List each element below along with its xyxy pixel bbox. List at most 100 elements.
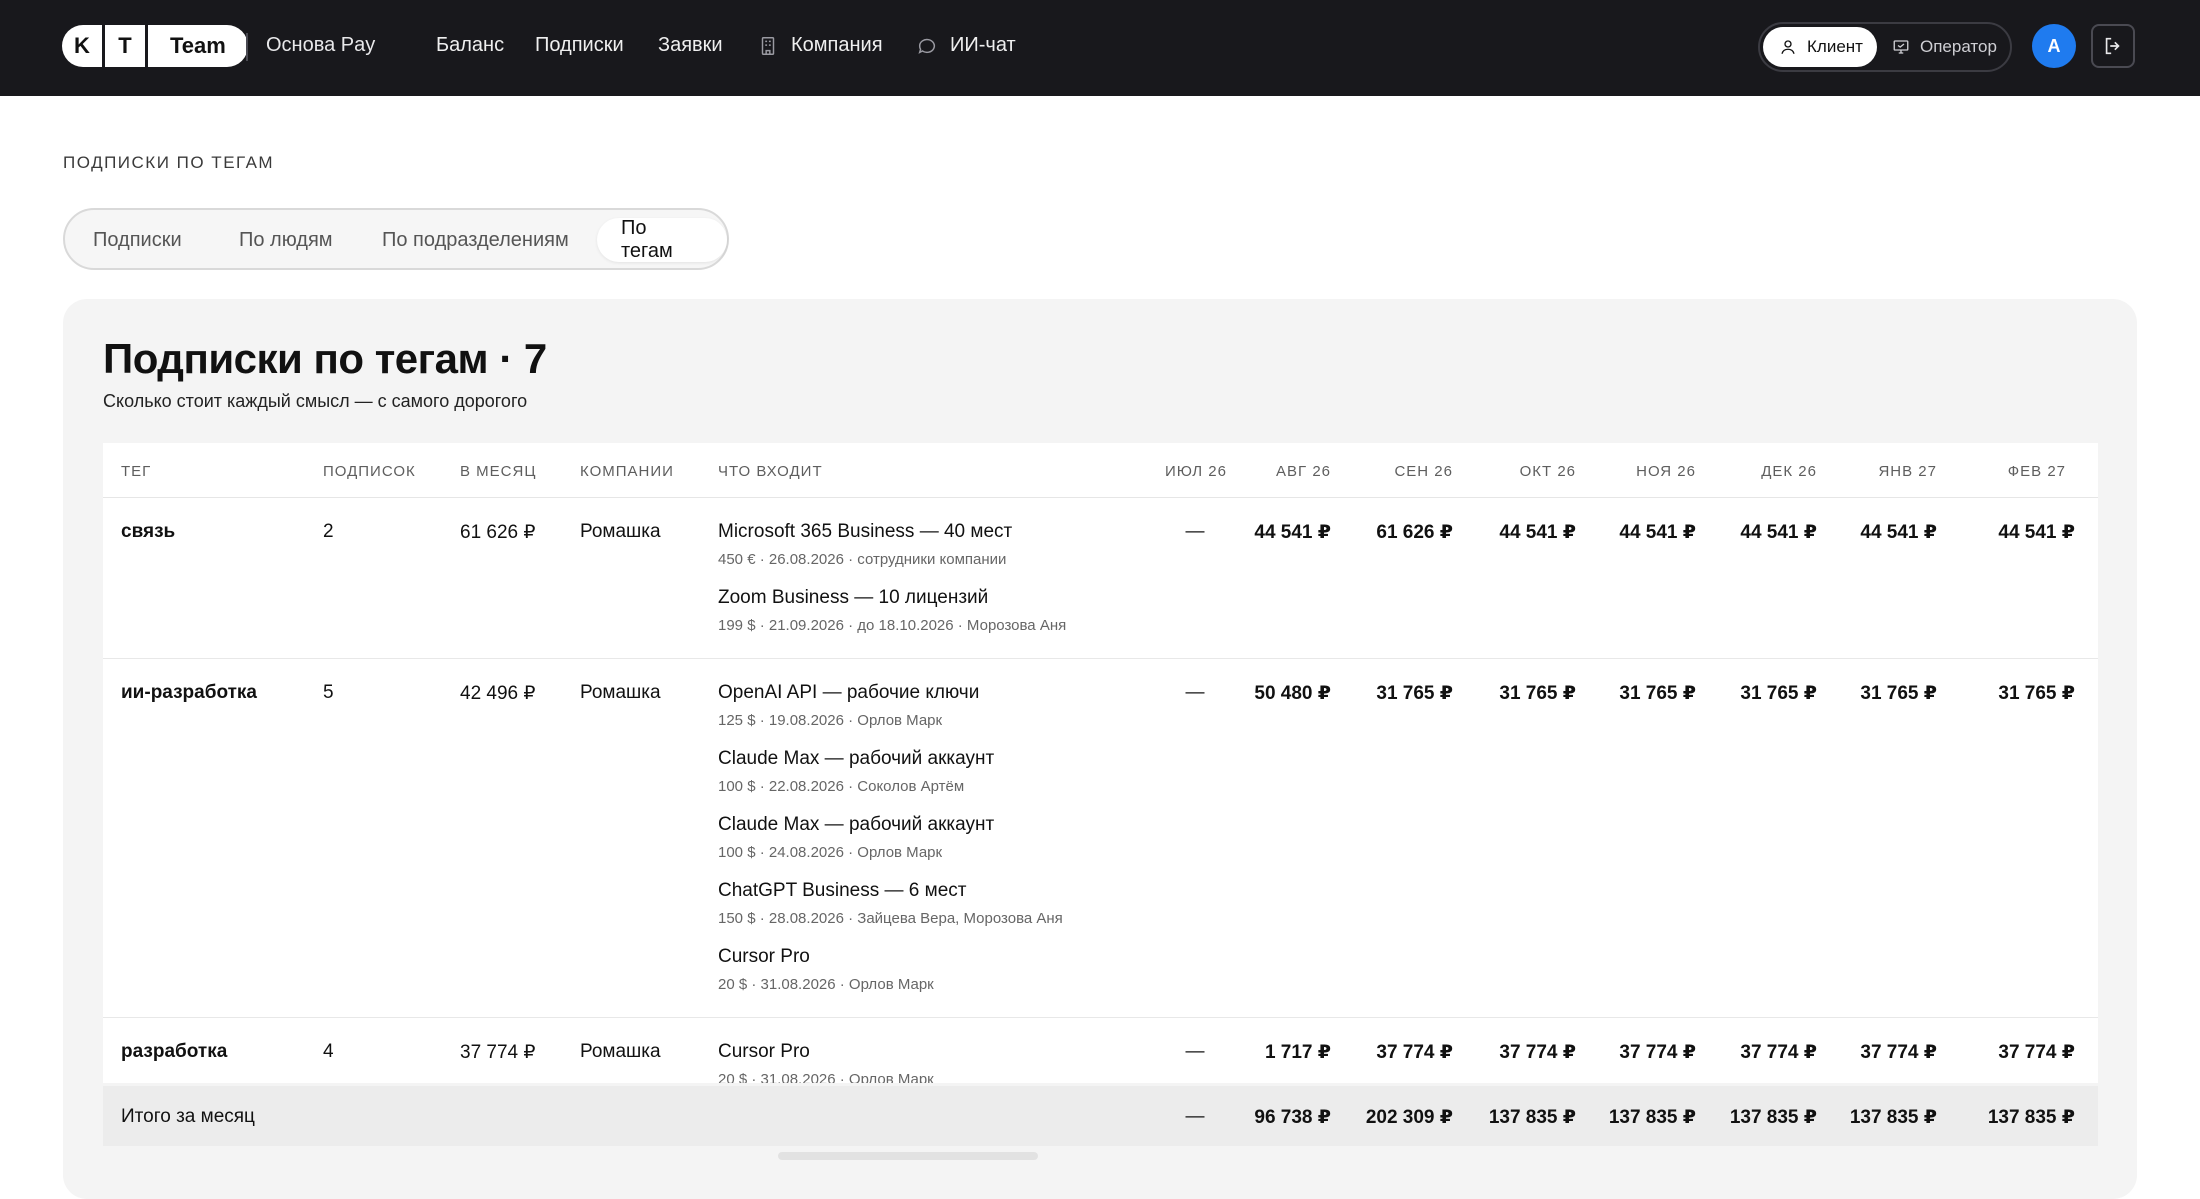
month-value: 44 541 ₽	[1740, 522, 1817, 543]
avatar[interactable]: A	[2032, 24, 2076, 68]
subscription-item[interactable]: ChatGPT Business — 6 мест 150 $ · 28.08.…	[718, 880, 1063, 927]
subscription-meta: 100 $ · 22.08.2026 · Соколов Артём	[718, 778, 965, 795]
row-monthly: 37 774 ₽	[460, 1042, 536, 1063]
subscription-meta: 199 $ · 21.09.2026 · до 18.10.2026 · Мор…	[718, 617, 1067, 634]
subscription-item[interactable]: Cursor Pro 20 $ · 31.08.2026 · Орлов Мар…	[718, 1041, 934, 1083]
month-value: 31 765 ₽	[1740, 683, 1817, 704]
nav-subscriptions-label: Подписки	[535, 34, 624, 56]
total-value: 137 835 ₽	[1729, 1107, 1817, 1128]
subscription-item[interactable]: Zoom Business — 10 лицензий 199 $ · 21.0…	[718, 587, 1066, 634]
row-count: 4	[323, 1041, 334, 1062]
month-value: 31 765 ₽	[1998, 683, 2075, 704]
row-tag: разработка	[121, 1041, 228, 1062]
header-month: ДЕК 26	[1761, 463, 1817, 480]
month-value: 44 541 ₽	[1998, 522, 2075, 543]
month-value: 37 774 ₽	[1998, 1042, 2075, 1063]
nav-ai-chat-label: ИИ-чат	[950, 34, 1016, 56]
role-switch: Клиент Оператор	[1758, 22, 2012, 72]
month-value: 37 774 ₽	[1740, 1042, 1817, 1063]
tab-by-people[interactable]: По людям	[239, 218, 333, 262]
card-title: Подписки по тегам · 7	[103, 335, 547, 382]
month-value: 50 480 ₽	[1254, 683, 1331, 704]
table-row[interactable]: связь 2 61 626 ₽ Ромашка Microsoft 365 B…	[103, 498, 2098, 659]
total-value: 137 835 ₽	[1987, 1107, 2075, 1128]
row-monthly: 61 626 ₽	[460, 522, 536, 543]
month-value: 44 541 ₽	[1254, 522, 1331, 543]
month-value: —	[1185, 521, 1205, 542]
header-monthly: В МЕСЯЦ	[460, 463, 537, 480]
building-icon	[761, 36, 775, 55]
subscription-meta: 125 $ · 19.08.2026 · Орлов Марк	[718, 712, 943, 729]
header-count: ПОДПИСОК	[323, 463, 416, 480]
monitor-icon	[1893, 40, 1909, 54]
row-count: 5	[323, 682, 334, 703]
month-value: 37 774 ₽	[1860, 1042, 1937, 1063]
nav-balance[interactable]: Баланс	[436, 34, 504, 57]
header-month: НОЯ 26	[1636, 463, 1696, 480]
row-count: 2	[323, 521, 334, 542]
card-subtitle: Сколько стоит каждый смысл — с самого до…	[103, 391, 528, 411]
nav-subscriptions[interactable]: Подписки	[535, 34, 624, 57]
subscription-item[interactable]: OpenAI API — рабочие ключи 125 $ · 19.08…	[718, 682, 979, 729]
subscription-item[interactable]: Claude Max — рабочий аккаунт 100 $ · 22.…	[718, 748, 994, 795]
month-value: —	[1185, 682, 1205, 703]
subscription-meta: 20 $ · 31.08.2026 · Орлов Марк	[718, 976, 934, 993]
logout-button[interactable]	[2091, 24, 2135, 68]
header-month: ОКТ 26	[1519, 463, 1576, 480]
table-row[interactable]: ии-разработка 5 42 496 ₽ Ромашка OpenAI …	[103, 659, 2098, 1018]
tab-by-tags[interactable]: По тегам	[597, 217, 727, 262]
row-company: Ромашка	[580, 682, 661, 703]
product-name: Основа Pay	[266, 34, 376, 56]
month-value: 31 765 ₽	[1499, 683, 1576, 704]
role-operator-label: Оператор	[1920, 37, 1997, 56]
nav-ai-chat[interactable]: ИИ-чат	[916, 34, 1016, 57]
header-month: АВГ 26	[1276, 463, 1331, 480]
subscription-name: Cursor Pro	[718, 946, 810, 967]
month-value: 44 541 ₽	[1499, 522, 1576, 543]
role-client-button[interactable]: Клиент	[1763, 27, 1877, 67]
subscription-meta: 100 $ · 24.08.2026 · Орлов Марк	[718, 844, 943, 861]
nav-requests[interactable]: Заявки	[658, 34, 723, 57]
logout-icon	[2105, 37, 2120, 55]
subscription-item[interactable]: Claude Max — рабочий аккаунт 100 $ · 24.…	[718, 814, 994, 861]
scrolled-content-hint	[778, 1152, 1038, 1160]
subscription-name: Claude Max — рабочий аккаунт	[718, 748, 995, 769]
header-month: ФЕВ 27	[2007, 463, 2066, 480]
section-label: ПОДПИСКИ ПО ТЕГАМ	[63, 153, 275, 172]
tags-card: Подписки по тегам · 7 Сколько стоит кажд…	[63, 299, 2137, 1199]
month-value: 31 765 ₽	[1860, 683, 1937, 704]
logo-k: K	[62, 25, 102, 67]
tab-subscriptions[interactable]: Подписки	[93, 218, 182, 262]
nav-company[interactable]: Компания	[757, 34, 883, 57]
subscription-name: ChatGPT Business — 6 мест	[718, 880, 967, 901]
month-value: 37 774 ₽	[1619, 1042, 1696, 1063]
total-value: 202 309 ₽	[1365, 1107, 1453, 1128]
month-value: 37 774 ₽	[1376, 1042, 1453, 1063]
month-value: 31 765 ₽	[1619, 683, 1696, 704]
subscription-meta: 20 $ · 31.08.2026 · Орлов Марк	[718, 1071, 934, 1083]
total-value: 137 835 ₽	[1488, 1107, 1576, 1128]
totals-label: Итого за месяц	[121, 1106, 255, 1127]
header-month: ЯНВ 27	[1878, 463, 1937, 480]
role-operator-button[interactable]: Оператор	[1892, 27, 1997, 67]
header-month: СЕН 26	[1394, 463, 1453, 480]
subscription-name: OpenAI API — рабочие ключи	[718, 682, 980, 703]
logo-t: T	[105, 25, 145, 67]
month-value: 1 717 ₽	[1264, 1042, 1331, 1063]
top-bar: K T Team Основа Pay Баланс Подписки Заяв…	[0, 0, 2200, 96]
chat-bubble-icon	[918, 38, 935, 54]
subscription-item[interactable]: Microsoft 365 Business — 40 мест 450 € ·…	[718, 521, 1012, 568]
subscription-name: Claude Max — рабочий аккаунт	[718, 814, 995, 835]
tab-by-departments[interactable]: По подразделениям	[382, 218, 569, 262]
subscription-name: Zoom Business — 10 лицензий	[718, 587, 989, 608]
header-companies: КОМПАНИИ	[580, 463, 674, 480]
view-tabs: Подписки По людям По подразделениям По т…	[63, 208, 729, 270]
table-row[interactable]: разработка 4 37 774 ₽ Ромашка Cursor Pro…	[103, 1018, 2098, 1083]
logo[interactable]: K T Team	[62, 25, 248, 67]
subscription-item[interactable]: Cursor Pro 20 $ · 31.08.2026 · Орлов Мар…	[718, 946, 934, 993]
total-value: 96 738 ₽	[1254, 1107, 1331, 1128]
nav-balance-label: Баланс	[436, 34, 505, 56]
subscription-name: Cursor Pro	[718, 1041, 810, 1062]
logo-team: Team	[148, 25, 248, 67]
row-company: Ромашка	[580, 1041, 661, 1062]
